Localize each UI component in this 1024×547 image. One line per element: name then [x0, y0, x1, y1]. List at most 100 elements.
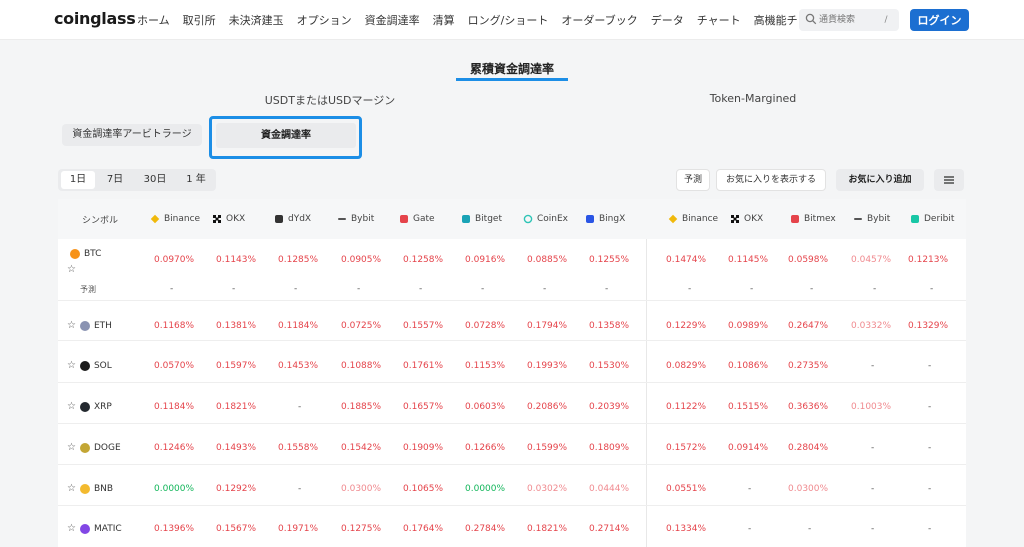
column-header-token-bybit[interactable]: Bybit	[853, 199, 890, 239]
tab-funding-rate[interactable]: 資金調達率	[216, 123, 356, 148]
funding-rate-cell: 0.1168%	[154, 321, 195, 331]
doge-coin-icon	[79, 442, 90, 453]
add-favorite-button[interactable]: お気に入り追加	[836, 169, 924, 191]
symbol-cell-btc[interactable]: BTC	[66, 249, 101, 259]
column-header-token-binance[interactable]: Binance	[668, 199, 718, 239]
funding-rate-cell: 0.1764%	[403, 524, 444, 534]
tab-funding-arbitrage[interactable]: 資金調達率アービトラージ	[62, 124, 202, 146]
favorite-star-icon[interactable]: ☆	[67, 483, 76, 494]
bitmex-logo-icon	[791, 215, 799, 223]
funding-rate-cell: 0.1761%	[403, 361, 444, 371]
forecast-cell: -	[357, 284, 361, 294]
funding-rate-cell: 0.1597%	[216, 361, 257, 371]
funding-rate-cell: 0.0302%	[527, 484, 568, 494]
symbol-cell-xrp[interactable]: ☆ XRP	[67, 401, 112, 412]
forecast-cell: -	[170, 284, 174, 294]
binance-logo-icon	[150, 214, 160, 224]
funding-rate-cell: 0.2784%	[465, 524, 506, 534]
funding-rate-cell: 0.0885%	[527, 255, 568, 265]
column-header-usdt-bingx[interactable]: BingX	[585, 199, 625, 239]
favorite-star-icon[interactable]: ☆	[67, 264, 76, 275]
column-settings-button[interactable]	[934, 169, 964, 191]
period-7d[interactable]: 7日	[98, 171, 132, 189]
symbol-cell-doge[interactable]: ☆ DOGE	[67, 442, 121, 453]
period-1y[interactable]: 1 年	[178, 171, 214, 189]
column-header-usdt-bybit[interactable]: Bybit	[337, 199, 374, 239]
funding-rate-cell: 0.1453%	[278, 361, 319, 371]
funding-rate-cell: 0.1381%	[216, 321, 257, 331]
nav-liquidation[interactable]: 清算	[433, 12, 455, 28]
search-icon	[805, 13, 817, 25]
nav-open-interest[interactable]: 未決済建玉	[229, 12, 284, 28]
funding-rate-cell: 0.0300%	[341, 484, 382, 494]
funding-rate-cell: 0.1285%	[278, 255, 319, 265]
column-header-token-okx[interactable]: OKX	[730, 199, 763, 239]
favorite-star-icon[interactable]: ☆	[67, 360, 76, 371]
forecast-button[interactable]: 予測	[676, 169, 710, 191]
search-input[interactable]	[819, 12, 875, 28]
forecast-cell: -	[481, 284, 485, 294]
search-shortcut-badge: /	[884, 15, 888, 25]
column-header-token-bitmex[interactable]: Bitmex	[790, 199, 836, 239]
symbol-cell-eth[interactable]: ☆ ETH	[67, 320, 112, 331]
exchange-name: Gate	[413, 214, 435, 224]
column-header-usdt-gate[interactable]: Gate	[399, 199, 435, 239]
nav-home[interactable]: ホーム	[137, 12, 170, 28]
funding-rate-cell: 0.0457%	[851, 255, 892, 265]
funding-rate-cell: -	[298, 484, 302, 494]
funding-rate-cell: -	[871, 443, 875, 453]
nav-long-short[interactable]: ロング/ショート	[468, 12, 549, 28]
funding-rate-cell: 0.1396%	[154, 524, 195, 534]
funding-rate-cell: 0.1794%	[527, 321, 568, 331]
funding-rate-cell: 0.0905%	[341, 255, 382, 265]
funding-rate-cell: 0.1909%	[403, 443, 444, 453]
bybit-logo-icon	[338, 218, 346, 220]
nav-order-book[interactable]: オーダーブック	[561, 12, 637, 28]
settings-icon	[944, 176, 954, 184]
funding-rate-cell: -	[748, 484, 752, 494]
show-favorites-button[interactable]: お気に入りを表示する	[716, 169, 826, 191]
site-logo[interactable]: coinglass	[54, 9, 136, 28]
forecast-cell: -	[873, 284, 877, 294]
search-box[interactable]: /	[799, 9, 899, 31]
column-header-usdt-coinex[interactable]: CoinEx	[523, 199, 568, 239]
exchange-name: dYdX	[288, 214, 312, 224]
funding-rate-cell: 0.0725%	[341, 321, 382, 331]
column-header-usdt-bitget[interactable]: Bitget	[461, 199, 502, 239]
funding-rate-cell: -	[928, 524, 932, 534]
column-header-usdt-okx[interactable]: OKX	[212, 199, 245, 239]
symbol-cell-matic[interactable]: ☆ MATIC	[67, 523, 122, 534]
favorite-star-icon[interactable]: ☆	[67, 320, 76, 331]
nav-chart[interactable]: チャート	[697, 12, 741, 28]
top-navigation-bar: coinglass ホーム 取引所 未決済建玉 オプション 資金調達率 清算 ロ…	[0, 0, 1024, 40]
login-button[interactable]: ログイン	[910, 9, 969, 31]
group-label-usdt: USDTまたはUSDマージン	[264, 94, 396, 107]
nav-exchanges[interactable]: 取引所	[183, 12, 216, 28]
funding-rate-cell: 0.1993%	[527, 361, 568, 371]
symbol-cell-sol[interactable]: ☆ SOL	[67, 360, 112, 371]
symbol-cell-bnb[interactable]: ☆ BNB	[67, 483, 113, 494]
nav-funding-rate[interactable]: 資金調達率	[365, 12, 420, 28]
column-header-token-deribit[interactable]: Deribit	[910, 199, 954, 239]
period-1d[interactable]: 1日	[61, 171, 95, 189]
bingx-logo-icon	[586, 215, 594, 223]
favorite-star-icon[interactable]: ☆	[67, 442, 76, 453]
funding-rate-cell: 0.0332%	[851, 321, 892, 331]
symbol-name: SOL	[93, 360, 112, 371]
dydx-logo-icon	[275, 215, 283, 223]
funding-rate-cell: 0.0728%	[465, 321, 506, 331]
funding-rate-cell: 0.1971%	[278, 524, 319, 534]
favorite-star-icon[interactable]: ☆	[67, 401, 76, 412]
funding-rate-cell: 0.1246%	[154, 443, 195, 453]
column-header-usdt-dydx[interactable]: dYdX	[274, 199, 311, 239]
period-30d[interactable]: 30日	[136, 171, 174, 189]
symbol-name: XRP	[93, 401, 112, 412]
funding-rate-cell: 0.1334%	[666, 524, 707, 534]
favorite-star-icon[interactable]: ☆	[67, 523, 76, 534]
column-header-usdt-binance[interactable]: Binance	[150, 199, 200, 239]
row-divider	[58, 505, 966, 506]
nav-options[interactable]: オプション	[297, 12, 352, 28]
nav-data[interactable]: データ	[651, 12, 684, 28]
funding-rate-cell: 0.0444%	[589, 484, 630, 494]
funding-rate-cell: 0.0598%	[788, 255, 829, 265]
